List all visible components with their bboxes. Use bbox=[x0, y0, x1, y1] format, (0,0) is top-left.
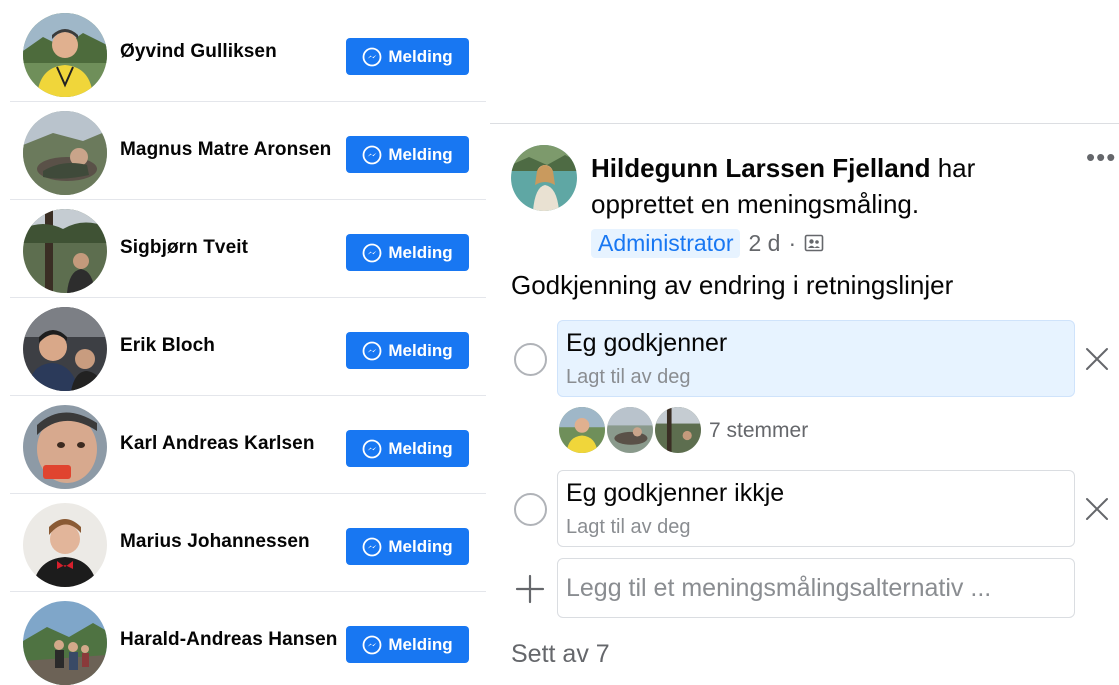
close-icon[interactable] bbox=[1083, 495, 1111, 523]
messenger-icon bbox=[362, 635, 382, 654]
avatar bbox=[557, 405, 607, 455]
seen-by[interactable]: Sett av 7 bbox=[511, 640, 610, 669]
messenger-icon bbox=[362, 145, 382, 164]
member-row: Harald-Andreas Hansen Melding bbox=[0, 592, 488, 685]
message-button[interactable]: Melding bbox=[346, 234, 469, 271]
message-button-label: Melding bbox=[388, 438, 453, 458]
member-list: Øyvind Gulliksen Melding Magnus Matre Ar… bbox=[0, 0, 488, 685]
avatar bbox=[605, 405, 655, 455]
member-name[interactable]: Karl Andreas Karlsen bbox=[120, 433, 315, 455]
messenger-icon bbox=[362, 341, 382, 360]
plus-icon[interactable] bbox=[514, 573, 546, 605]
member-row: Magnus Matre Aronsen Melding bbox=[0, 102, 488, 200]
message-button-label: Melding bbox=[388, 536, 453, 556]
message-button[interactable]: Melding bbox=[346, 136, 469, 173]
message-button[interactable]: Melding bbox=[346, 332, 469, 369]
messenger-icon bbox=[362, 537, 382, 556]
member-name[interactable]: Magnus Matre Aronsen bbox=[120, 139, 331, 161]
option-subtitle: Lagt til av deg bbox=[566, 366, 691, 388]
poll-post: Hildegunn Larssen Fjelland har opprettet… bbox=[490, 0, 1119, 685]
close-icon[interactable] bbox=[1083, 345, 1111, 373]
member-row: Erik Bloch Melding bbox=[0, 298, 488, 396]
member-name[interactable]: Sigbjørn Tveit bbox=[120, 237, 248, 259]
member-name[interactable]: Øyvind Gulliksen bbox=[120, 41, 277, 63]
avatar[interactable] bbox=[23, 307, 107, 391]
avatar[interactable] bbox=[23, 503, 107, 587]
meta-separator: · bbox=[788, 229, 797, 256]
option-radio[interactable] bbox=[514, 343, 547, 376]
divider bbox=[490, 123, 1119, 124]
option-radio[interactable] bbox=[514, 493, 547, 526]
member-row: Karl Andreas Karlsen Melding bbox=[0, 396, 488, 494]
avatar[interactable] bbox=[23, 111, 107, 195]
message-button-label: Melding bbox=[388, 340, 453, 360]
member-row: Marius Johannessen Melding bbox=[0, 494, 488, 592]
message-button[interactable]: Melding bbox=[346, 528, 469, 565]
member-name[interactable]: Marius Johannessen bbox=[120, 531, 310, 553]
poll-question: Godkjenning av endring i retningslinjer bbox=[511, 270, 954, 300]
role-badge[interactable]: Administrator bbox=[591, 228, 741, 258]
avatar[interactable] bbox=[23, 209, 107, 293]
member-name[interactable]: Erik Bloch bbox=[120, 335, 215, 357]
option-title: Eg godkjenner ikkje bbox=[566, 479, 785, 507]
option-title: Eg godkjenner bbox=[566, 329, 728, 357]
avatar[interactable] bbox=[23, 601, 107, 685]
message-button[interactable]: Melding bbox=[346, 38, 469, 75]
messenger-icon bbox=[362, 243, 382, 262]
post-meta: Administrator 2 d · bbox=[591, 227, 824, 259]
avatar[interactable] bbox=[23, 13, 107, 97]
member-row: Øyvind Gulliksen Melding bbox=[0, 4, 488, 102]
poll-option[interactable]: Eg godkjenner ikkje Lagt til av deg bbox=[557, 470, 1075, 547]
author-avatar[interactable] bbox=[511, 145, 577, 211]
post-timestamp[interactable]: 2 d bbox=[748, 230, 780, 257]
post-author[interactable]: Hildegunn Larssen Fjelland bbox=[591, 153, 931, 183]
message-button[interactable]: Melding bbox=[346, 626, 469, 663]
messenger-icon bbox=[362, 439, 382, 458]
more-options-button[interactable]: ••• bbox=[1086, 144, 1116, 170]
message-button-label: Melding bbox=[388, 242, 453, 262]
messenger-icon bbox=[362, 47, 382, 66]
avatar bbox=[653, 405, 703, 455]
message-button-label: Melding bbox=[388, 634, 453, 654]
message-button[interactable]: Melding bbox=[346, 430, 469, 467]
option-subtitle: Lagt til av deg bbox=[566, 516, 691, 538]
votes-count[interactable]: 7 stemmer bbox=[709, 419, 808, 443]
member-name[interactable]: Harald-Andreas Hansen bbox=[120, 629, 338, 651]
message-button-label: Melding bbox=[388, 46, 453, 66]
poll-option[interactable]: Eg godkjenner Lagt til av deg bbox=[557, 320, 1075, 397]
add-option-input[interactable] bbox=[557, 558, 1075, 618]
post-headline: Hildegunn Larssen Fjelland har opprettet… bbox=[591, 150, 1011, 222]
avatar[interactable] bbox=[23, 405, 107, 489]
group-members-icon bbox=[804, 234, 824, 252]
member-row: Sigbjørn Tveit Melding bbox=[0, 200, 488, 298]
message-button-label: Melding bbox=[388, 144, 453, 164]
